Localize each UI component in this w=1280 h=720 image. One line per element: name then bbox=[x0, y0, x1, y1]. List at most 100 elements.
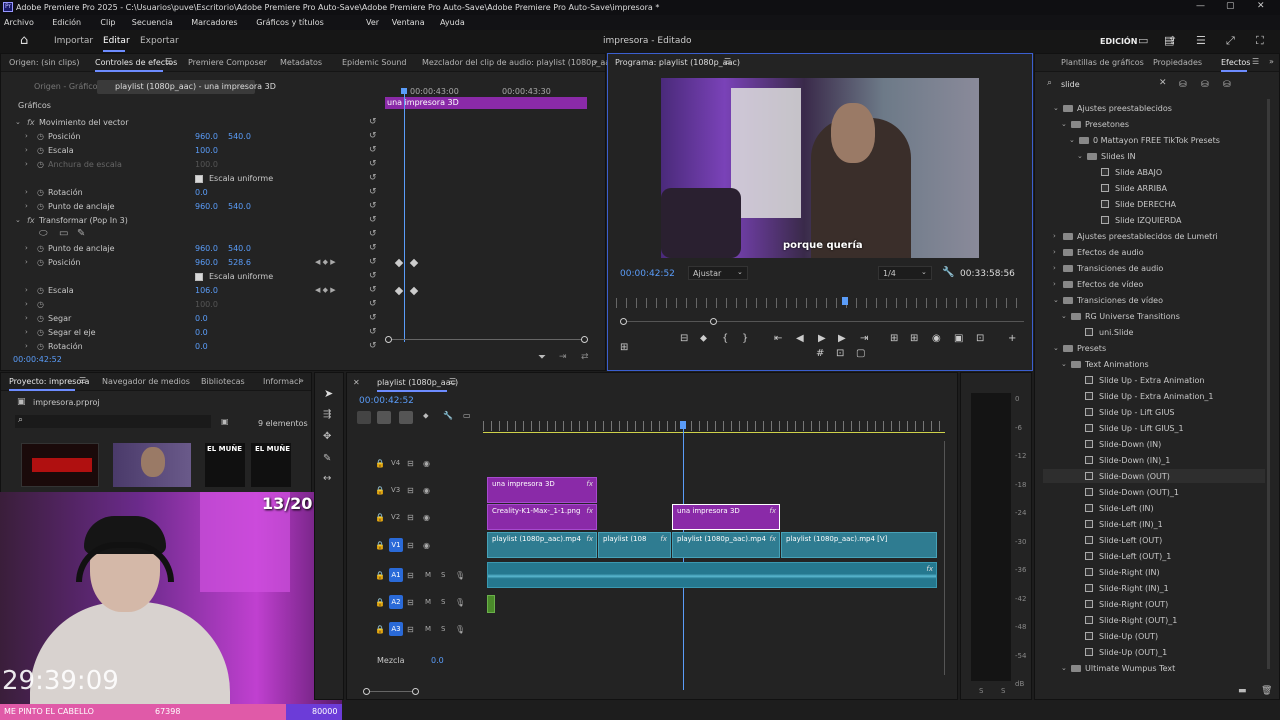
thumbnail-4[interactable]: EL MUÑE bbox=[251, 443, 291, 487]
marker-icon[interactable]: ⬥ bbox=[423, 411, 429, 421]
chevron-right-icon[interactable]: › bbox=[1053, 264, 1056, 272]
effects-tree-item[interactable]: Slide ABAJO bbox=[1115, 168, 1162, 177]
nest-icon[interactable] bbox=[357, 411, 371, 424]
sync-lock-icon[interactable]: ⊟ bbox=[407, 541, 414, 550]
tab-properties[interactable]: Propiedades bbox=[1153, 58, 1202, 67]
tab-metadata[interactable]: Metadatos bbox=[280, 58, 322, 67]
program-ruler[interactable] bbox=[616, 298, 1026, 308]
value-1[interactable]: 960.0 bbox=[195, 202, 218, 211]
value-2[interactable]: 528.6 bbox=[228, 258, 251, 267]
chevron-down-icon[interactable]: ⌄ bbox=[1053, 104, 1059, 112]
expand-chevron-icon[interactable]: › bbox=[25, 160, 28, 168]
yuv-icon[interactable]: ⛁ bbox=[1223, 80, 1231, 90]
ec-scrollbar[interactable] bbox=[385, 336, 591, 344]
lock-icon[interactable]: 🔒 bbox=[375, 571, 385, 580]
value-2[interactable]: 540.0 bbox=[228, 132, 251, 141]
multicam-icon[interactable]: ⊡ bbox=[976, 333, 984, 344]
clip-selector[interactable]: playlist (1080p_aac) - una impresora 3D bbox=[97, 80, 276, 94]
accelerated-icon[interactable]: ⛁ bbox=[1179, 80, 1187, 90]
clip-v1b[interactable]: playlist (108 fx bbox=[598, 532, 671, 558]
clip-a1[interactable]: fx bbox=[487, 562, 937, 588]
solo-button[interactable]: S bbox=[441, 598, 445, 606]
sync-lock-icon[interactable]: ⊟ bbox=[407, 571, 414, 580]
fit-dropdown[interactable]: Ajustar ⌄ bbox=[688, 266, 748, 280]
clip-a2[interactable] bbox=[487, 595, 495, 613]
menu-item-3[interactable]: Secuencia bbox=[132, 18, 173, 27]
compare-icon[interactable]: ▣ bbox=[954, 333, 963, 344]
reset-icon[interactable]: ↺ bbox=[369, 313, 377, 323]
sync-lock-icon[interactable]: ⊟ bbox=[407, 598, 414, 607]
reset-icon[interactable]: ↺ bbox=[369, 341, 377, 351]
effects-tree-item[interactable]: Text Animations bbox=[1085, 360, 1149, 369]
value-1[interactable]: 960.0 bbox=[195, 258, 218, 267]
overwrite-icon[interactable]: ⊞ bbox=[910, 333, 918, 344]
add-button-icon[interactable]: + bbox=[1008, 333, 1016, 344]
timeline-scroll-v[interactable] bbox=[942, 437, 948, 679]
maximize-button[interactable]: ▢ bbox=[1226, 1, 1235, 11]
effects-tree-item[interactable]: Slide Up - Lift GIUS_1 bbox=[1099, 424, 1184, 433]
reset-icon[interactable]: ↺ bbox=[369, 299, 377, 309]
timeline-menu-icon[interactable]: ☰ bbox=[449, 377, 456, 386]
timeline-close-icon[interactable]: ✕ bbox=[353, 378, 360, 387]
tab-project[interactable]: Proyecto: impresora bbox=[9, 377, 89, 386]
mute-button[interactable]: M bbox=[425, 598, 431, 606]
effects-tree-item[interactable]: Slide-Right (IN) bbox=[1099, 568, 1160, 577]
reset-icon[interactable]: ↺ bbox=[369, 187, 377, 197]
expand-chevron-icon[interactable]: › bbox=[25, 132, 28, 140]
timeline-tab[interactable]: playlist (1080p_aac) bbox=[377, 378, 458, 387]
reset-icon[interactable]: ↺ bbox=[369, 201, 377, 211]
value-1[interactable]: 0.0 bbox=[195, 328, 208, 337]
effects-tree-item[interactable]: Slide Up - Extra Animation bbox=[1099, 376, 1204, 385]
chevron-down-icon[interactable]: ⌄ bbox=[1061, 312, 1067, 320]
value-1[interactable]: 106.0 bbox=[195, 286, 218, 295]
value-1[interactable]: 0.0 bbox=[195, 314, 208, 323]
effects-tree-item[interactable]: Presetones bbox=[1085, 120, 1129, 129]
sync-lock-icon[interactable]: ⊟ bbox=[407, 459, 414, 468]
loop-icon[interactable]: ⇄ bbox=[581, 352, 589, 362]
stopwatch-icon[interactable]: ◷ bbox=[37, 244, 44, 253]
close-button[interactable]: ✕ bbox=[1257, 1, 1265, 11]
go-to-in-icon[interactable]: ⇤ bbox=[774, 333, 782, 344]
reset-icon[interactable]: ↺ bbox=[369, 145, 377, 155]
ec-timecode[interactable]: 00:00:42:52 bbox=[13, 355, 62, 364]
timeline-ruler[interactable] bbox=[483, 421, 945, 431]
mic-icon[interactable]: 🎙 bbox=[455, 625, 465, 634]
tab-info[interactable]: Informaci bbox=[263, 377, 301, 386]
effects-tree-item[interactable]: Slide-Up (OUT) bbox=[1099, 632, 1158, 641]
project-menu-icon[interactable]: ☰ bbox=[79, 376, 86, 385]
marker-icon[interactable]: ⬥ bbox=[700, 333, 707, 344]
stopwatch-icon[interactable]: ◷ bbox=[37, 202, 44, 211]
program-zoom-bar[interactable] bbox=[620, 318, 1028, 326]
fullscreen-icon[interactable]: ⛶ bbox=[1256, 34, 1264, 48]
export-frame-icon[interactable]: ⇥ bbox=[559, 352, 567, 362]
effects-tree-item[interactable]: Slide-Right (OUT)_1 bbox=[1099, 616, 1177, 625]
safe-margins-icon[interactable]: ⊞ bbox=[620, 342, 628, 353]
sync-lock-icon[interactable]: ⊟ bbox=[407, 625, 414, 634]
layout-icon[interactable]: ▭ bbox=[1138, 34, 1148, 47]
expand-chevron-icon[interactable]: › bbox=[25, 328, 28, 336]
solo-button[interactable]: S bbox=[441, 571, 445, 579]
track-target-A1[interactable]: A1 bbox=[389, 568, 403, 582]
reset-icon[interactable]: ↺ bbox=[369, 327, 377, 337]
tab-source[interactable]: Origen: (sin clips) bbox=[9, 58, 79, 67]
32bit-icon[interactable]: ⛁ bbox=[1201, 80, 1209, 90]
more-tabs-icon[interactable]: » bbox=[1269, 57, 1274, 66]
out-point-icon[interactable]: } bbox=[742, 333, 748, 344]
clip-v1d[interactable]: playlist (1080p_aac).mp4 [V] bbox=[781, 532, 937, 558]
expand-chevron-icon[interactable]: › bbox=[25, 258, 28, 266]
quality-dropdown[interactable]: 1/4 ⌄ bbox=[878, 266, 932, 280]
clip-v1c[interactable]: playlist (1080p_aac).mp4 fx bbox=[672, 532, 780, 558]
mic-icon[interactable]: 🎙 bbox=[455, 571, 465, 580]
effects-tree-item[interactable]: Efectos de vídeo bbox=[1077, 280, 1143, 289]
tab-premiere-composer[interactable]: Premiere Composer bbox=[188, 58, 267, 67]
timeline-scroll-h[interactable] bbox=[363, 688, 419, 696]
stopwatch-icon[interactable]: ◷ bbox=[37, 286, 44, 295]
effects-tree-item[interactable]: Slide Up - Extra Animation_1 bbox=[1099, 392, 1214, 401]
mute-button[interactable]: M bbox=[425, 571, 431, 579]
effects-scrollbar[interactable] bbox=[1267, 99, 1270, 669]
clip-v3[interactable]: una impresora 3D fx bbox=[487, 477, 597, 503]
expand-chevron-icon[interactable]: › bbox=[25, 202, 28, 210]
minimize-button[interactable]: — bbox=[1196, 1, 1205, 11]
razor-tool-icon[interactable]: ✎ bbox=[323, 453, 331, 464]
frame-icon[interactable]: ▢ bbox=[856, 348, 865, 359]
